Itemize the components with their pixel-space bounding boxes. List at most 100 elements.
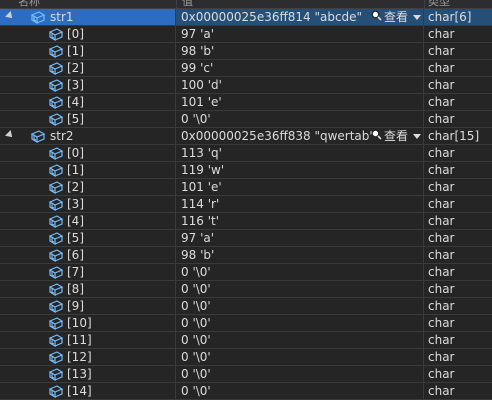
value-cell[interactable]: 0 '\0' [177, 332, 424, 348]
name-cell[interactable]: [3] [0, 196, 176, 212]
chevron-down-icon[interactable] [413, 133, 421, 139]
element-index: [3] [67, 78, 84, 92]
element-index: [10] [67, 316, 92, 330]
watch-row-element[interactable]: [9] 0 '\0' char [0, 298, 492, 315]
watch-row-element[interactable]: [13] 0 '\0' char [0, 366, 492, 383]
name-cell[interactable]: [0] [0, 145, 176, 161]
element-type: char [428, 265, 455, 279]
type-cell: char [425, 60, 492, 76]
watch-row-element[interactable]: [3] 114 'r' char [0, 196, 492, 213]
watch-variable-icon [48, 231, 64, 246]
name-cell[interactable]: [4] [0, 94, 176, 110]
value-cell[interactable]: 0 '\0' [177, 111, 424, 127]
element-type: char [428, 214, 455, 228]
value-cell[interactable]: 98 'b' [177, 43, 424, 59]
column-header-name[interactable]: 名称 [18, 0, 40, 8]
watch-row-element[interactable]: [4] 101 'e' char [0, 94, 492, 111]
watch-row-element[interactable]: [7] 0 '\0' char [0, 264, 492, 281]
name-cell[interactable]: [0] [0, 26, 176, 42]
value-cell[interactable]: 99 'c' [177, 60, 424, 76]
value-cell[interactable]: 0 '\0' [177, 298, 424, 314]
value-cell[interactable]: 100 'd' [177, 77, 424, 93]
value-cell[interactable]: 101 'e' [177, 94, 424, 110]
name-cell[interactable]: [5] [0, 230, 176, 246]
name-cell[interactable]: [8] [0, 281, 176, 297]
name-cell[interactable]: [2] [0, 60, 176, 76]
column-divider[interactable] [424, 0, 425, 8]
watch-variable-icon [30, 10, 46, 25]
watch-row-element[interactable]: [4] 116 't' char [0, 213, 492, 230]
variable-type: char[6] [428, 10, 472, 24]
watch-row-element[interactable]: [11] 0 '\0' char [0, 332, 492, 349]
watch-variable-icon [48, 44, 64, 59]
type-cell: char [425, 349, 492, 365]
name-cell[interactable]: [3] [0, 77, 176, 93]
name-cell[interactable]: [11] [0, 332, 176, 348]
value-cell[interactable]: 97 'a' [177, 26, 424, 42]
element-value: 116 't' [181, 214, 220, 228]
watch-row-element[interactable]: [8] 0 '\0' char [0, 281, 492, 298]
element-value: 101 'e' [181, 95, 222, 109]
magnifier-icon [371, 9, 382, 25]
element-value: 97 'a' [181, 27, 215, 41]
value-cell[interactable]: 0 '\0' [177, 366, 424, 382]
column-header-value[interactable]: 值 [182, 0, 193, 8]
watch-row-element[interactable]: [3] 100 'd' char [0, 77, 492, 94]
value-cell[interactable]: 0 '\0' [177, 349, 424, 365]
element-index: [2] [67, 180, 84, 194]
value-cell[interactable]: 101 'e' [177, 179, 424, 195]
value-cell[interactable]: 0x00000025e36ff838 "qwertab" 查看 [177, 128, 424, 144]
name-cell[interactable]: [14] [0, 383, 176, 399]
watch-row-str1[interactable]: str1 0x00000025e36ff814 "abcde" 查看 char[6] [0, 9, 492, 26]
name-cell[interactable]: [13] [0, 366, 176, 382]
collapse-triangle-icon[interactable] [5, 130, 15, 140]
name-cell[interactable]: str2 [0, 128, 176, 144]
name-cell[interactable]: [12] [0, 349, 176, 365]
element-value: 0 '\0' [181, 350, 211, 364]
name-cell[interactable]: [1] [0, 162, 176, 178]
name-cell[interactable]: [10] [0, 315, 176, 331]
value-cell[interactable]: 0 '\0' [177, 383, 424, 399]
type-cell: char [425, 179, 492, 195]
text-visualizer-button[interactable]: 查看 [371, 9, 421, 25]
value-cell[interactable]: 0 '\0' [177, 264, 424, 280]
watch-row-element[interactable]: [2] 99 'c' char [0, 60, 492, 77]
watch-row-element[interactable]: [1] 119 'w' char [0, 162, 492, 179]
column-header-type[interactable]: 类型 [428, 0, 450, 8]
watch-row-element[interactable]: [0] 97 'a' char [0, 26, 492, 43]
watch-row-element[interactable]: [14] 0 '\0' char [0, 383, 492, 400]
name-cell[interactable]: [2] [0, 179, 176, 195]
value-cell[interactable]: 114 'r' [177, 196, 424, 212]
name-cell[interactable]: [4] [0, 213, 176, 229]
watch-row-element[interactable]: [12] 0 '\0' char [0, 349, 492, 366]
value-cell[interactable]: 0 '\0' [177, 281, 424, 297]
name-cell[interactable]: [5] [0, 111, 176, 127]
value-cell[interactable]: 119 'w' [177, 162, 424, 178]
watch-row-element[interactable]: [5] 97 'a' char [0, 230, 492, 247]
name-cell[interactable]: str1 [0, 9, 176, 25]
watch-row-element[interactable]: [0] 113 'q' char [0, 145, 492, 162]
element-type: char [428, 44, 455, 58]
value-cell[interactable]: 0 '\0' [177, 315, 424, 331]
watch-row-element[interactable]: [5] 0 '\0' char [0, 111, 492, 128]
text-visualizer-button[interactable]: 查看 [371, 128, 421, 144]
watch-row-str2[interactable]: str2 0x00000025e36ff838 "qwertab" 查看 char[1… [0, 128, 492, 145]
value-cell[interactable]: 116 't' [177, 213, 424, 229]
value-cell[interactable]: 113 'q' [177, 145, 424, 161]
chevron-down-icon[interactable] [413, 14, 421, 20]
collapse-triangle-icon[interactable] [5, 11, 15, 21]
watch-row-element[interactable]: [6] 98 'b' char [0, 247, 492, 264]
name-cell[interactable]: [9] [0, 298, 176, 314]
watch-row-element[interactable]: [1] 98 'b' char [0, 43, 492, 60]
column-divider[interactable] [176, 0, 177, 8]
name-cell[interactable]: [1] [0, 43, 176, 59]
name-cell[interactable]: [7] [0, 264, 176, 280]
value-cell[interactable]: 97 'a' [177, 230, 424, 246]
value-cell[interactable]: 98 'b' [177, 247, 424, 263]
type-cell: char [425, 315, 492, 331]
name-cell[interactable]: [6] [0, 247, 176, 263]
watch-row-element[interactable]: [10] 0 '\0' char [0, 315, 492, 332]
value-cell[interactable]: 0x00000025e36ff814 "abcde" 查看 [177, 9, 424, 25]
element-index: [3] [67, 197, 84, 211]
watch-row-element[interactable]: [2] 101 'e' char [0, 179, 492, 196]
